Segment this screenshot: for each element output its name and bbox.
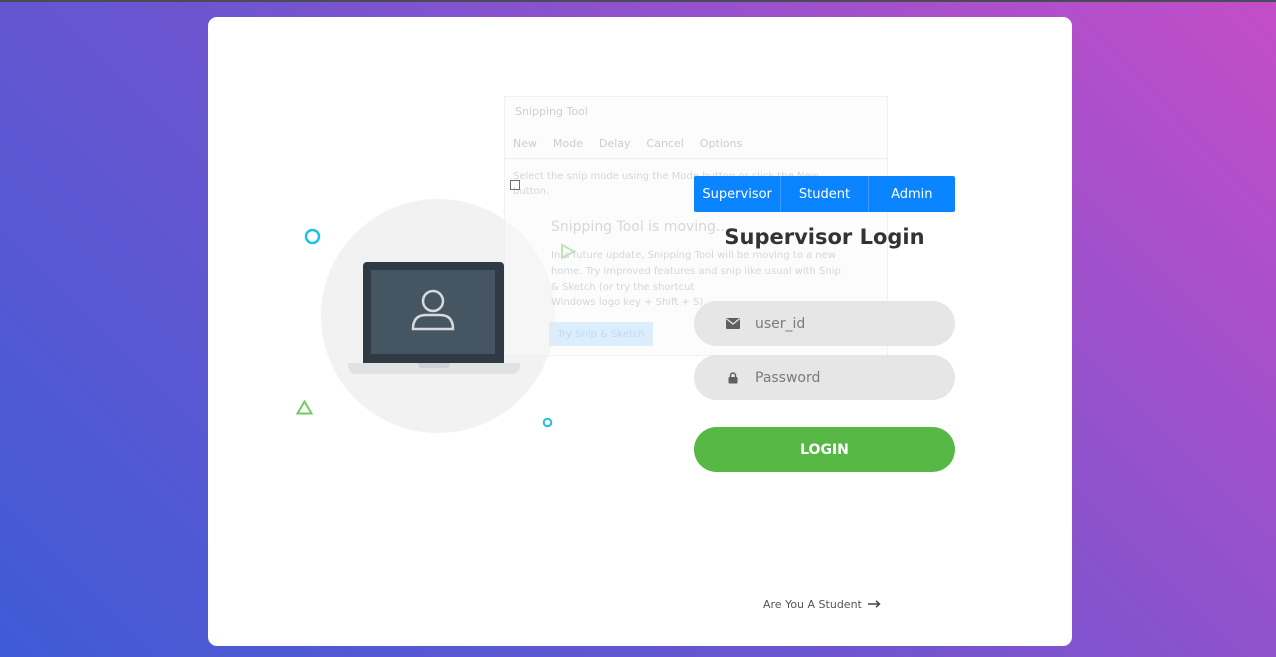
user-id-input[interactable] (755, 315, 935, 332)
student-switch-link[interactable]: Are You A Student (763, 598, 881, 611)
student-switch-label: Are You A Student (763, 598, 862, 611)
overlay-toolbar-mode: Mode (553, 137, 583, 150)
user-id-field[interactable] (694, 301, 955, 346)
laptop-notch (418, 363, 450, 368)
overlay-toolbar-new: New (513, 137, 537, 150)
overlay-try-button: Try Snip & Sketch (549, 322, 653, 346)
lock-icon (725, 370, 741, 386)
arrow-right-icon (867, 598, 881, 611)
tab-student[interactable]: Student (780, 176, 867, 212)
overlay-body-3: & Sketch (or try the shortcut (551, 282, 695, 293)
user-icon (410, 287, 456, 337)
overlay-toolbar-options: Options (699, 137, 743, 150)
password-input[interactable] (755, 369, 935, 386)
login-card: Snipping Tool New Mode Delay Cancel Opti… (208, 17, 1072, 646)
overlay-body-2: home. Try improved features and snip lik… (551, 266, 841, 277)
overlay-body-1: In a future update, Snipping Tool will b… (551, 250, 837, 261)
tab-supervisor[interactable]: Supervisor (694, 176, 780, 212)
laptop-screen (371, 270, 495, 354)
circle-outline-icon (304, 228, 321, 249)
overlay-window-title: Snipping Tool (515, 105, 588, 118)
square-icon (510, 180, 520, 190)
envelope-icon (725, 316, 741, 332)
tab-admin[interactable]: Admin (867, 176, 955, 212)
overlay-body-4: Windows logo key + Shift + S). (551, 297, 707, 308)
overlay-toolbar-cancel: Cancel (646, 137, 684, 150)
triangle-icon (295, 399, 314, 419)
login-button[interactable]: LOGIN (694, 427, 955, 472)
laptop-illustration (363, 262, 504, 363)
overlay-toolbar: New Mode Delay Cancel Options (505, 129, 887, 159)
password-field[interactable] (694, 355, 955, 400)
small-circle-icon (542, 413, 553, 432)
top-border (0, 0, 1276, 2)
overlay-toolbar-delay: Delay (598, 137, 631, 150)
page-title: Supervisor Login (724, 225, 925, 249)
role-tabs: Supervisor Student Admin (694, 176, 955, 212)
